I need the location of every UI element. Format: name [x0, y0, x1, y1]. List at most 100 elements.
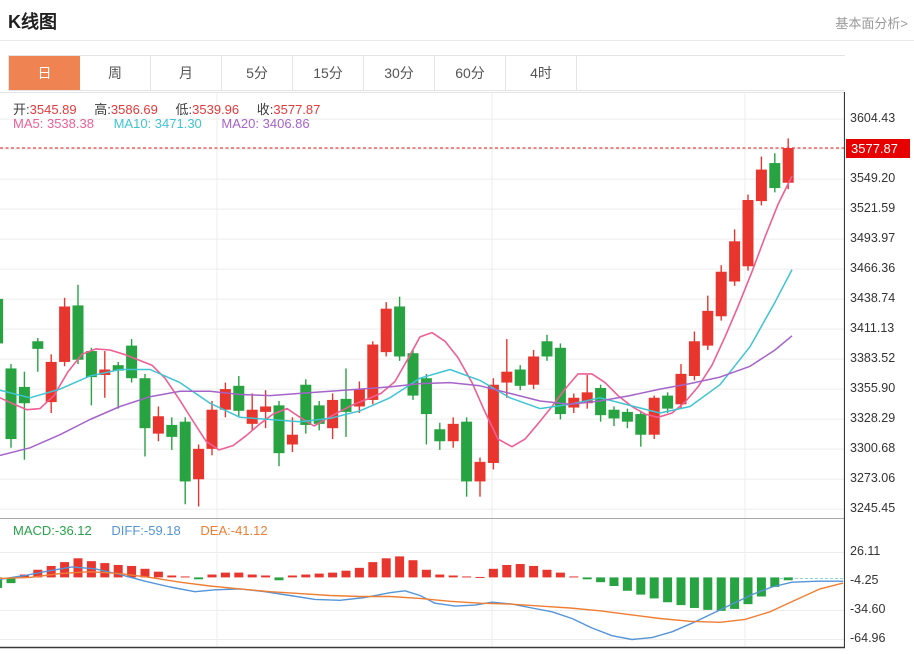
candle-body — [394, 306, 405, 356]
candle-body — [434, 429, 445, 441]
candle-body — [729, 241, 740, 281]
candle-body — [609, 410, 620, 419]
candle-body — [233, 386, 244, 411]
tab-monthly[interactable]: 月 — [151, 56, 222, 90]
macd-bar — [516, 564, 525, 577]
candle-body — [716, 272, 727, 317]
candle-body — [408, 353, 419, 395]
candle-body — [662, 396, 673, 409]
ma-readout: MA5: 3538.38 MA10: 3471.30 MA20: 3406.86 — [13, 116, 310, 131]
macd-bar — [583, 577, 592, 579]
kline-chart-svg — [0, 92, 845, 649]
low-value: 3539.96 — [192, 102, 239, 117]
macd-bar — [422, 570, 431, 578]
page-title: K线图 — [8, 8, 57, 34]
candle-body — [461, 422, 472, 482]
tab-15min[interactable]: 15分 — [293, 56, 364, 90]
y-axis-label: 3245.45 — [850, 501, 895, 515]
candle-body — [488, 385, 499, 463]
macd-bar — [368, 562, 377, 577]
candle-body — [73, 305, 84, 359]
tab-4hour[interactable]: 4时 — [506, 56, 577, 90]
macd-bar — [261, 575, 270, 577]
y-axis-label: -4.25 — [850, 573, 879, 587]
macd-bar — [301, 575, 310, 578]
y-axis-label: -34.60 — [850, 602, 885, 616]
y-axis-label: 3411.13 — [850, 321, 894, 335]
candle-body — [702, 311, 713, 346]
ma10-readout: MA10: 3471.30 — [114, 116, 202, 131]
macd-bar — [315, 574, 324, 578]
header-divider — [0, 40, 914, 41]
candle-body — [140, 378, 151, 428]
high-label: 高: — [94, 102, 111, 117]
macd-readout: MACD:-36.12 DIFF:-59.18 DEA:-41.12 — [13, 523, 268, 538]
y-axis-label: 3438.74 — [850, 291, 895, 305]
candle-body — [475, 462, 486, 482]
macd-value: MACD:-36.12 — [13, 523, 92, 538]
macd-bar — [221, 573, 230, 578]
macd-bar — [194, 577, 203, 579]
tab-weekly[interactable]: 周 — [80, 56, 151, 90]
macd-bar — [248, 575, 257, 578]
macd-bar — [449, 575, 458, 577]
macd-bar — [462, 576, 471, 577]
macd-bar — [167, 575, 176, 577]
candle-body — [528, 356, 539, 384]
tab-60min[interactable]: 60分 — [435, 56, 506, 90]
candle-body — [153, 416, 164, 433]
kline-chart-canvas[interactable] — [0, 92, 845, 649]
macd-bar — [395, 556, 404, 577]
macd-bar — [60, 562, 69, 577]
macd-bar — [663, 577, 672, 602]
macd-bar — [623, 577, 632, 590]
y-axis-label: 3355.90 — [850, 381, 895, 395]
close-label: 收: — [257, 102, 274, 117]
macd-bar — [543, 570, 552, 578]
y-axis-label: -64.96 — [850, 631, 885, 645]
macd-bar — [275, 577, 284, 580]
y-axis-label: 3549.20 — [850, 171, 895, 185]
macd-bar — [489, 569, 498, 578]
macd-bar — [181, 576, 190, 577]
fundamental-analysis-link[interactable]: 基本面分析> — [835, 13, 908, 32]
period-tabbar: 日 周 月 5分 15分 30分 60分 4时 — [8, 55, 845, 91]
candle-body — [287, 435, 298, 445]
macd-bar — [502, 565, 511, 577]
candle-body — [756, 170, 767, 202]
macd-bar — [409, 560, 418, 577]
macd-bar — [757, 577, 766, 596]
macd-bar — [784, 577, 793, 580]
candle-body — [622, 412, 633, 422]
macd-bar — [717, 577, 726, 610]
kline-page: K线图 基本面分析> 日 周 月 5分 15分 30分 60分 4时 开:354… — [0, 0, 914, 652]
ma20-readout: MA20: 3406.86 — [221, 116, 309, 131]
open-value: 3545.89 — [30, 102, 77, 117]
macd-bar — [382, 558, 391, 577]
tab-30min[interactable]: 30分 — [364, 56, 435, 90]
candle-body — [743, 200, 754, 266]
macd-bar — [208, 575, 217, 578]
tab-5min[interactable]: 5分 — [222, 56, 293, 90]
diff-line — [0, 567, 843, 640]
tab-daily[interactable]: 日 — [9, 56, 80, 90]
macd-bar — [342, 571, 351, 578]
candle-body — [32, 341, 43, 349]
macd-bar — [234, 573, 243, 578]
candle-body — [367, 345, 378, 400]
candle-body — [166, 425, 177, 437]
macd-bar — [744, 577, 753, 604]
current-price-tag: 3577.87 — [846, 139, 910, 158]
macd-bar — [677, 577, 686, 605]
candle-body — [180, 422, 191, 482]
macd-bar — [596, 577, 605, 582]
high-value: 3586.69 — [111, 102, 158, 117]
y-axis-label: 3521.59 — [850, 201, 895, 215]
y-axis-label: 3300.68 — [850, 441, 895, 455]
y-axis-label: 3328.29 — [850, 411, 895, 425]
candle-body — [635, 414, 646, 435]
y-axis-label: 3604.43 — [850, 111, 895, 125]
candle-body — [0, 299, 3, 344]
macd-bar — [650, 577, 659, 598]
candle-body — [689, 341, 700, 376]
